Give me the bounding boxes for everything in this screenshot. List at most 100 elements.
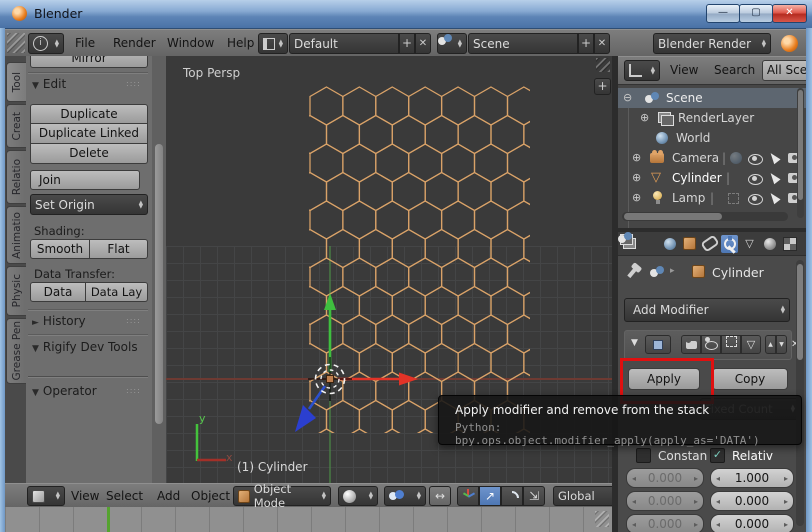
outliner-row-scene[interactable]: ⊖ Scene xyxy=(618,88,806,108)
menu-window[interactable]: Window xyxy=(167,36,214,50)
menu-render[interactable]: Render xyxy=(113,36,156,50)
menu-select[interactable]: Select xyxy=(106,489,143,503)
shelf-tab-tools[interactable]: Tool xyxy=(6,62,26,102)
move-down-button[interactable]: ▼ xyxy=(776,335,787,354)
scrollbar-thumb[interactable] xyxy=(798,90,803,200)
edit-panel-header[interactable]: ▼Edit xyxy=(32,77,66,91)
menu-view[interactable]: View xyxy=(670,63,698,77)
cage-toggle-button[interactable]: ▽ xyxy=(741,335,761,354)
scale-manipulator-button[interactable]: ⇲ xyxy=(523,486,545,506)
selectability-cursor-icon[interactable] xyxy=(767,171,780,185)
mode-select[interactable]: Object Mode xyxy=(233,486,331,506)
rigify-panel-header[interactable]: ▼Rigify Dev Tools xyxy=(32,340,138,354)
visibility-eye-icon[interactable] xyxy=(748,194,763,205)
duplicate-button[interactable]: Duplicate xyxy=(30,104,148,124)
pivot-select[interactable] xyxy=(384,486,426,506)
add-layout-button[interactable]: + xyxy=(399,33,415,54)
selectability-cursor-icon[interactable] xyxy=(767,191,780,205)
title-bar[interactable]: Blender — ▢ ✕ xyxy=(0,0,812,29)
offset-y-field[interactable]: ◂0.000▸ xyxy=(710,491,794,511)
manipulator-axes-button[interactable] xyxy=(457,486,479,506)
menu-file[interactable]: File xyxy=(75,36,95,50)
visibility-toggle-button[interactable] xyxy=(701,335,721,354)
corner-grip-icon[interactable] xyxy=(595,511,609,527)
smooth-button[interactable]: Smooth xyxy=(30,239,90,259)
selectability-cursor-icon[interactable] xyxy=(767,151,780,165)
history-panel-header[interactable]: ►History xyxy=(32,314,86,328)
offset-z-field[interactable]: ◂0.000▸ xyxy=(710,514,794,532)
menu-add[interactable]: Add xyxy=(157,489,180,503)
edit-mode-toggle-button[interactable] xyxy=(721,335,741,354)
expand-icon[interactable]: ⊕ xyxy=(632,151,641,164)
timeline-strip[interactable] xyxy=(5,507,612,532)
set-origin-select[interactable]: Set Origin xyxy=(30,194,148,215)
manipulator-toggle-button[interactable]: ↔ xyxy=(429,486,451,506)
expand-icon[interactable]: ⊕ xyxy=(632,191,641,204)
constant-checkbox[interactable] xyxy=(636,448,651,463)
properties-region-plus-button[interactable]: + xyxy=(594,78,611,95)
tab-material[interactable] xyxy=(761,235,778,253)
collapse-icon[interactable]: ▼ xyxy=(631,338,638,348)
tab-data[interactable]: ▽ xyxy=(741,235,758,253)
menu-object[interactable]: Object xyxy=(191,489,230,503)
panel-grip-icon[interactable]: :::: xyxy=(126,316,141,325)
panel-grip-icon[interactable]: :::: xyxy=(126,386,141,395)
shelf-tab-physics[interactable]: Physic xyxy=(6,266,26,316)
corner-grip-icon[interactable] xyxy=(7,33,25,53)
translate-manipulator[interactable] xyxy=(295,293,418,432)
add-modifier-select[interactable]: Add Modifier xyxy=(624,298,790,322)
editor-type-button[interactable]: i xyxy=(28,33,64,54)
editor-type-button[interactable] xyxy=(27,486,65,506)
scene-browse-button[interactable] xyxy=(437,33,467,54)
editor-type-button[interactable] xyxy=(624,60,660,81)
relative-checkbox[interactable]: ✓ xyxy=(710,448,725,463)
outliner-vscrollbar[interactable] xyxy=(797,88,804,218)
panel-grip-icon[interactable]: :::: xyxy=(126,79,141,88)
properties-scrollbar[interactable] xyxy=(796,260,804,526)
outliner-row-cylinder[interactable]: ⊕ ▽ Cylinder | xyxy=(618,168,806,188)
count-z-field[interactable]: ◂0.000▸ xyxy=(626,514,704,532)
render-toggle-button[interactable] xyxy=(681,335,701,354)
menu-view[interactable]: View xyxy=(71,489,99,503)
operator-panel-header[interactable]: ▼Operator xyxy=(32,384,97,398)
duplicate-linked-button[interactable]: Duplicate Linked xyxy=(30,124,148,144)
copy-button[interactable]: Copy xyxy=(712,368,788,390)
close-layout-button[interactable]: ✕ xyxy=(415,33,431,54)
tab-scene[interactable] xyxy=(641,235,658,253)
menu-help[interactable]: Help xyxy=(227,36,254,50)
screen-layout-field[interactable]: Default xyxy=(289,33,399,54)
count-y-field[interactable]: ◂0.000▸ xyxy=(626,491,704,511)
tab-texture[interactable] xyxy=(781,235,798,253)
breadcrumb-object[interactable]: Cylinder xyxy=(712,265,764,280)
shading-select[interactable] xyxy=(338,486,378,506)
translate-manipulator-button[interactable]: ↗ xyxy=(479,486,501,506)
shelf-scrollbar[interactable] xyxy=(152,56,166,483)
flat-button[interactable]: Flat xyxy=(90,239,148,259)
corner-grip-icon[interactable] xyxy=(596,58,610,72)
display-mode-select[interactable]: All Sce xyxy=(762,60,806,81)
scrollbar-thumb[interactable] xyxy=(155,144,163,424)
outliner-hscrollbar[interactable] xyxy=(622,212,788,221)
close-scene-button[interactable]: ✕ xyxy=(594,33,610,54)
data-button[interactable]: Data xyxy=(30,282,86,302)
playhead-marker[interactable] xyxy=(107,507,110,532)
menu-search[interactable]: Search xyxy=(714,63,755,77)
pin-icon[interactable] xyxy=(627,268,636,278)
shelf-tab-grease-pencil[interactable]: Grease Pen xyxy=(6,318,26,384)
shelf-tab-create[interactable]: Creat xyxy=(6,104,26,148)
delete-button[interactable]: Delete xyxy=(30,144,148,164)
add-scene-button[interactable]: + xyxy=(578,33,594,54)
tab-constraints[interactable] xyxy=(701,235,718,253)
move-up-button[interactable]: ▲ xyxy=(765,335,776,354)
maximize-button[interactable]: ▢ xyxy=(739,4,773,23)
screen-layout-browse-button[interactable] xyxy=(258,33,288,54)
mirror-button[interactable]: Mirror xyxy=(30,56,148,68)
offset-x-field[interactable]: ◂1.000▸ xyxy=(710,468,794,488)
visibility-eye-icon[interactable] xyxy=(748,154,763,165)
tab-modifiers[interactable] xyxy=(721,235,738,253)
outliner-row-camera[interactable]: ⊕ Camera | xyxy=(618,148,806,168)
data-layers-button[interactable]: Data Lay xyxy=(86,282,148,302)
collapse-icon[interactable]: ⊖ xyxy=(623,91,632,104)
join-button[interactable]: Join xyxy=(30,170,140,190)
expand-icon[interactable]: ⊕ xyxy=(632,171,641,184)
